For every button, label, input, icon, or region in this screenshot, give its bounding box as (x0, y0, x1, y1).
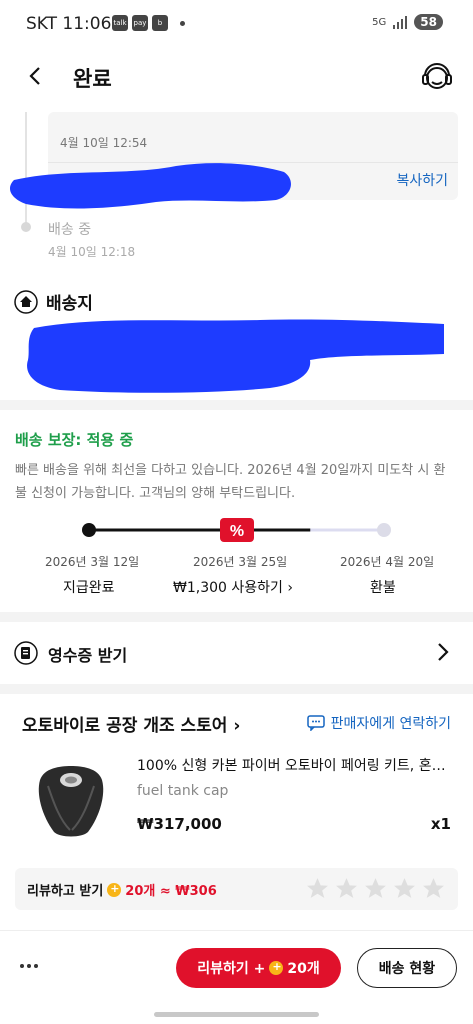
section-separator (0, 612, 473, 622)
home-indicator[interactable] (154, 1012, 319, 1017)
status-bar: SKT 11:06 talk pay b 5G 58 (0, 0, 473, 46)
dot-icon (20, 964, 24, 968)
star-icon[interactable] (363, 876, 388, 901)
more-options-button[interactable] (20, 964, 38, 968)
review-prompt: 리뷰하고 받기 (27, 884, 104, 899)
review-button-label: 리뷰하기 + (197, 961, 266, 977)
product-quantity: x1 (430, 815, 451, 833)
review-button-points: 20개 (287, 961, 320, 977)
step-date-3: 2026년 4월 20일 (340, 555, 435, 569)
coin-icon (269, 960, 284, 975)
use-credit-link[interactable]: ₩1,300 사용하기 › (173, 577, 293, 597)
store-name-link[interactable]: 오토바이로 공장 개조 스토어 › (22, 711, 240, 736)
progress-end-dot (377, 523, 391, 537)
product-title[interactable]: 100% 신형 카본 파이버 오토바이 페어링 키트, 혼다 CBR (137, 755, 455, 775)
step-date-2: 2026년 3월 25일 (193, 555, 288, 569)
product-option: fuel tank cap (137, 783, 229, 799)
section-separator (0, 400, 473, 410)
guarantee-progress: % (82, 518, 391, 542)
dot-icon (34, 964, 38, 968)
contact-seller-label: 판매자에게 연락하기 (330, 716, 451, 732)
review-points: 20개 ≈ ₩306 (125, 884, 217, 899)
shipping-status-button[interactable]: 배송 현황 (357, 948, 457, 988)
spacer (0, 270, 473, 276)
back-arrow-icon[interactable] (24, 64, 48, 88)
page-header: 완료 (0, 52, 473, 104)
signal-icon (393, 16, 408, 29)
timeline-dot (21, 222, 31, 232)
bottom-action-bar: 리뷰하기 + 20개 배송 현황 (0, 930, 473, 1004)
page-title: 완료 (73, 67, 112, 91)
contact-seller-link[interactable]: 판매자에게 연락하기 (306, 713, 451, 733)
star-icon[interactable] (392, 876, 417, 901)
chevron-right-icon (438, 643, 449, 661)
dot-icon (27, 964, 31, 968)
status-notification-icons: talk pay b (112, 15, 185, 31)
product-price: ₩317,000 (137, 815, 222, 833)
write-review-button[interactable]: 리뷰하기 + 20개 (176, 948, 341, 988)
review-reward-text: 리뷰하고 받기 20개 ≈ ₩306 (27, 880, 217, 900)
progress-start-dot (82, 523, 96, 537)
battery-indicator: 58 (414, 14, 443, 30)
redaction-scribble (27, 319, 445, 393)
guarantee-description: 빠른 배송을 위해 최선을 다하고 있습니다. 2026년 4월 20일까지 미… (15, 463, 446, 501)
status-time: SKT 11:06 (26, 14, 112, 34)
network-label: 5G (372, 16, 387, 28)
star-icon[interactable] (334, 876, 359, 901)
b-app-icon: b (152, 15, 168, 31)
copy-button[interactable]: 복사하기 (396, 170, 448, 190)
guarantee-title: 배송 보장: 적용 중 (15, 431, 134, 449)
section-separator (0, 684, 473, 694)
status-right: 5G 58 (372, 14, 443, 30)
coin-icon (107, 882, 122, 897)
discount-badge-symbol: % (230, 523, 244, 540)
more-notifications-icon (180, 20, 185, 26)
receipt-label: 영수증 받기 (48, 646, 128, 665)
chat-icon (306, 715, 325, 731)
star-rating[interactable] (305, 876, 446, 901)
tracking-event-label: 배송 중 (48, 222, 92, 238)
pay-app-icon: pay (132, 15, 148, 31)
step-label-1: 지급완료 (63, 580, 115, 596)
receipt-icon (14, 641, 38, 665)
star-icon[interactable] (421, 876, 446, 901)
customer-service-headset-icon[interactable] (419, 60, 455, 96)
receipt-row[interactable]: 영수증 받기 (0, 622, 473, 684)
redaction-scribble (10, 163, 291, 209)
tracking-event-time: 4월 10일 12:18 (48, 245, 136, 259)
review-reward-box: 리뷰하고 받기 20개 ≈ ₩306 (15, 868, 458, 910)
star-icon[interactable] (305, 876, 330, 901)
tracking-latest-time: 4월 10일 12:54 (60, 136, 148, 150)
product-thumbnail[interactable] (30, 760, 112, 842)
talk-app-icon: talk (112, 15, 128, 31)
step-date-1: 2026년 3월 12일 (45, 555, 140, 569)
step-label-3: 환불 (370, 580, 396, 596)
